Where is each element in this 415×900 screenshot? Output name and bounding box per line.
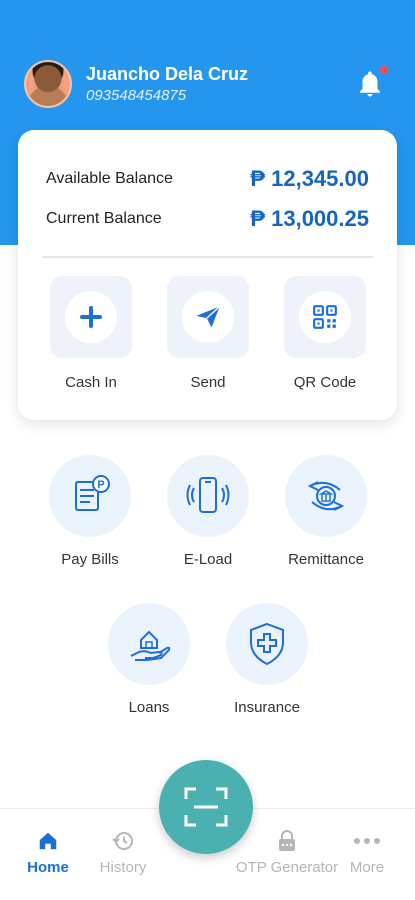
avatar[interactable] <box>24 60 72 108</box>
send-label: Send <box>190 374 226 391</box>
user-phone: 093548454875 <box>86 87 187 104</box>
nav-history-label: History <box>99 859 147 876</box>
qr-code-label: QR Code <box>293 374 357 391</box>
nav-more-label: More <box>349 859 385 876</box>
notification-dot <box>380 66 388 74</box>
plus-icon <box>80 306 102 328</box>
pay-bills-button[interactable]: P Pay Bills <box>30 455 150 568</box>
current-balance-label: Current Balance <box>46 210 162 227</box>
nav-more[interactable]: More <box>322 829 412 876</box>
current-balance-value: ₱ 13,000.25 <box>250 206 369 231</box>
insurance-label: Insurance <box>234 699 300 716</box>
profile-header[interactable]: Juancho Dela Cruz 093548454875 <box>24 60 248 108</box>
shield-cross-icon <box>250 622 284 666</box>
bill-icon: P <box>75 475 110 511</box>
qr-code-icon <box>313 305 337 329</box>
loan-hand-house-icon <box>130 630 171 661</box>
available-balance-value: ₱ 12,345.00 <box>250 166 369 191</box>
nav-history[interactable]: History <box>78 829 168 876</box>
cash-in-button[interactable]: Cash In <box>50 276 132 391</box>
remittance-label: Remittance <box>288 551 364 568</box>
remittance-button[interactable]: Remittance <box>266 455 386 568</box>
divider <box>42 256 373 258</box>
insurance-button[interactable]: Insurance <box>207 603 327 716</box>
e-load-button[interactable]: E-Load <box>148 455 268 568</box>
loans-button[interactable]: Loans <box>89 603 209 716</box>
history-icon <box>112 832 133 850</box>
scan-button[interactable] <box>159 760 253 854</box>
available-balance-label: Available Balance <box>46 170 173 187</box>
qr-code-button[interactable]: QR Code <box>284 276 366 391</box>
pay-bills-label: Pay Bills <box>61 551 119 568</box>
paper-plane-icon <box>196 305 221 328</box>
home-icon <box>39 832 57 850</box>
scan-frame-icon <box>184 787 228 827</box>
lock-icon <box>279 830 295 851</box>
more-dots-icon <box>354 838 380 844</box>
balance-card: Available Balance ₱ 12,345.00 Current Ba… <box>18 130 397 420</box>
loans-label: Loans <box>128 699 170 716</box>
user-name: Juancho Dela Cruz <box>86 64 249 84</box>
cash-in-label: Cash In <box>65 374 117 391</box>
e-load-label: E-Load <box>183 551 233 568</box>
send-button[interactable]: Send <box>167 276 249 391</box>
remittance-icon <box>307 481 345 511</box>
phone-icon <box>186 477 230 513</box>
svg-text:P: P <box>97 479 104 491</box>
